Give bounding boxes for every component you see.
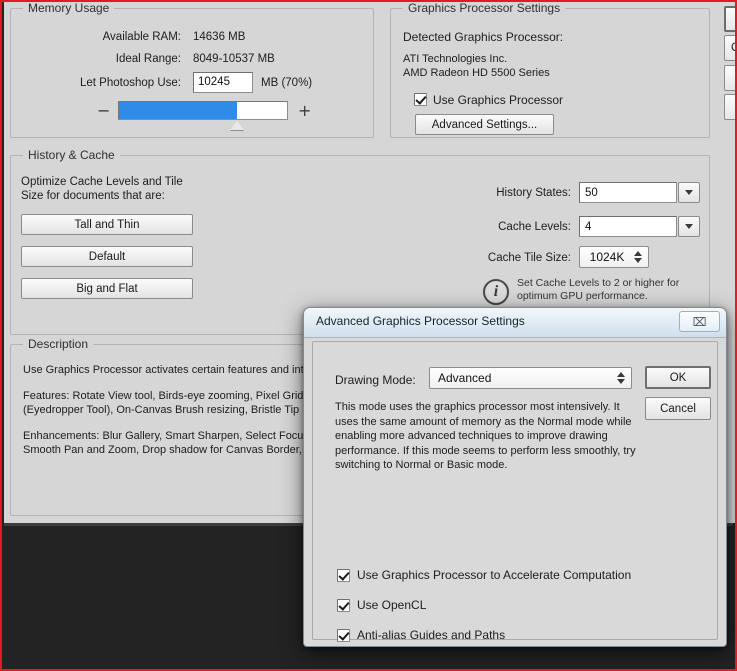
use-opencl-checkbox[interactable]: [337, 599, 350, 612]
dialog-body: Drawing Mode: Advanced This mode uses th…: [312, 341, 718, 642]
edge-button-3[interactable]: [724, 65, 735, 91]
stepper-icon[interactable]: [634, 251, 642, 263]
use-opencl-label[interactable]: Use OpenCL: [357, 598, 426, 612]
big-and-flat-button[interactable]: Big and Flat: [21, 278, 193, 299]
description-paragraph-2-line2: (Eyedropper Tool), On-Canvas Brush resiz…: [23, 404, 334, 416]
gpu-model: AMD Radeon HD 5500 Series: [403, 67, 550, 79]
cache-hint-line2: optimum GPU performance.: [517, 290, 648, 302]
memory-slider-track[interactable]: [118, 101, 288, 120]
info-icon: i: [483, 279, 509, 305]
use-graphics-processor-checkbox[interactable]: [414, 93, 427, 106]
stepper-icon[interactable]: [617, 372, 625, 384]
edge-button-2[interactable]: C: [724, 35, 735, 61]
description-paragraph-3-line1: Enhancements: Blur Gallery, Smart Sharpe…: [23, 430, 338, 442]
history-states-dropdown-button[interactable]: [678, 182, 700, 203]
memory-slider-thumb[interactable]: [230, 121, 244, 130]
cache-tile-size-value: 1024K: [589, 250, 625, 264]
edge-button-4[interactable]: [724, 94, 735, 120]
ok-button[interactable]: OK: [645, 366, 711, 389]
close-icon: ⌧: [692, 314, 707, 329]
drawing-mode-description: This mode uses the graphics processor mo…: [335, 401, 636, 471]
cancel-button[interactable]: Cancel: [645, 397, 711, 420]
optimize-cache-line1: Optimize Cache Levels and Tile: [21, 176, 183, 188]
cache-levels-input[interactable]: 4: [579, 216, 677, 237]
default-button[interactable]: Default: [21, 246, 193, 267]
cache-levels-label: Cache Levels:: [498, 221, 571, 233]
description-paragraph-3-line2: Smooth Pan and Zoom, Drop shadow for Can…: [23, 444, 345, 456]
detected-gpu-label: Detected Graphics Processor:: [403, 30, 564, 44]
dialog-title-bar: Advanced Graphics Processor Settings ⌧: [304, 308, 726, 338]
cache-tile-size-label: Cache Tile Size:: [487, 252, 571, 264]
gpu-vendor: ATI Technologies Inc.: [403, 53, 508, 65]
anti-alias-guides-checkbox[interactable]: [337, 629, 350, 642]
cache-tile-size-select[interactable]: 1024K: [579, 246, 649, 268]
description-legend: Description: [23, 337, 94, 351]
slider-increase-icon[interactable]: +: [298, 103, 311, 119]
description-paragraph-1: Use Graphics Processor activates certain…: [23, 364, 335, 376]
memory-slider-fill: [119, 102, 237, 119]
screen-frame: Memory Usage Available RAM: 14636 MB Ide…: [0, 0, 737, 671]
optimize-cache-line2: Size for documents that are:: [21, 190, 165, 202]
chevron-down-icon: [685, 190, 693, 195]
history-states-label: History States:: [496, 187, 571, 199]
drawing-mode-value: Advanced: [438, 371, 492, 385]
advanced-settings-button[interactable]: Advanced Settings...: [415, 114, 554, 135]
dialog-title: Advanced Graphics Processor Settings: [316, 314, 525, 328]
edge-button-1[interactable]: [724, 6, 735, 32]
history-states-input[interactable]: 50: [579, 182, 677, 203]
chevron-down-icon: [685, 224, 693, 229]
tall-and-thin-button[interactable]: Tall and Thin: [21, 214, 193, 235]
use-graphics-processor-label[interactable]: Use Graphics Processor: [433, 93, 563, 107]
accelerate-computation-label[interactable]: Use Graphics Processor to Accelerate Com…: [357, 568, 631, 582]
description-paragraph-2-line1: Features: Rotate View tool, Birds-eye zo…: [23, 390, 343, 402]
accelerate-computation-checkbox[interactable]: [337, 569, 350, 582]
memory-usage-group: Memory Usage Available RAM: 14636 MB Ide…: [10, 2, 374, 138]
graphics-processor-group: Graphics Processor Settings Detected Gra…: [390, 2, 710, 138]
drawing-mode-select[interactable]: Advanced: [429, 367, 632, 389]
drawing-mode-label: Drawing Mode:: [335, 373, 416, 387]
dialog-close-button[interactable]: ⌧: [679, 311, 720, 332]
cache-levels-dropdown-button[interactable]: [678, 216, 700, 237]
slider-decrease-icon[interactable]: −: [97, 103, 110, 119]
memory-slider[interactable]: − +: [11, 9, 373, 137]
cache-hint-line1: Set Cache Levels to 2 or higher for: [517, 277, 680, 289]
advanced-graphics-settings-dialog: Advanced Graphics Processor Settings ⌧ D…: [303, 307, 727, 647]
history-and-cache-legend: History & Cache: [23, 148, 120, 162]
anti-alias-guides-label[interactable]: Anti-alias Guides and Paths: [357, 628, 505, 642]
graphics-processor-legend: Graphics Processor Settings: [403, 2, 566, 15]
